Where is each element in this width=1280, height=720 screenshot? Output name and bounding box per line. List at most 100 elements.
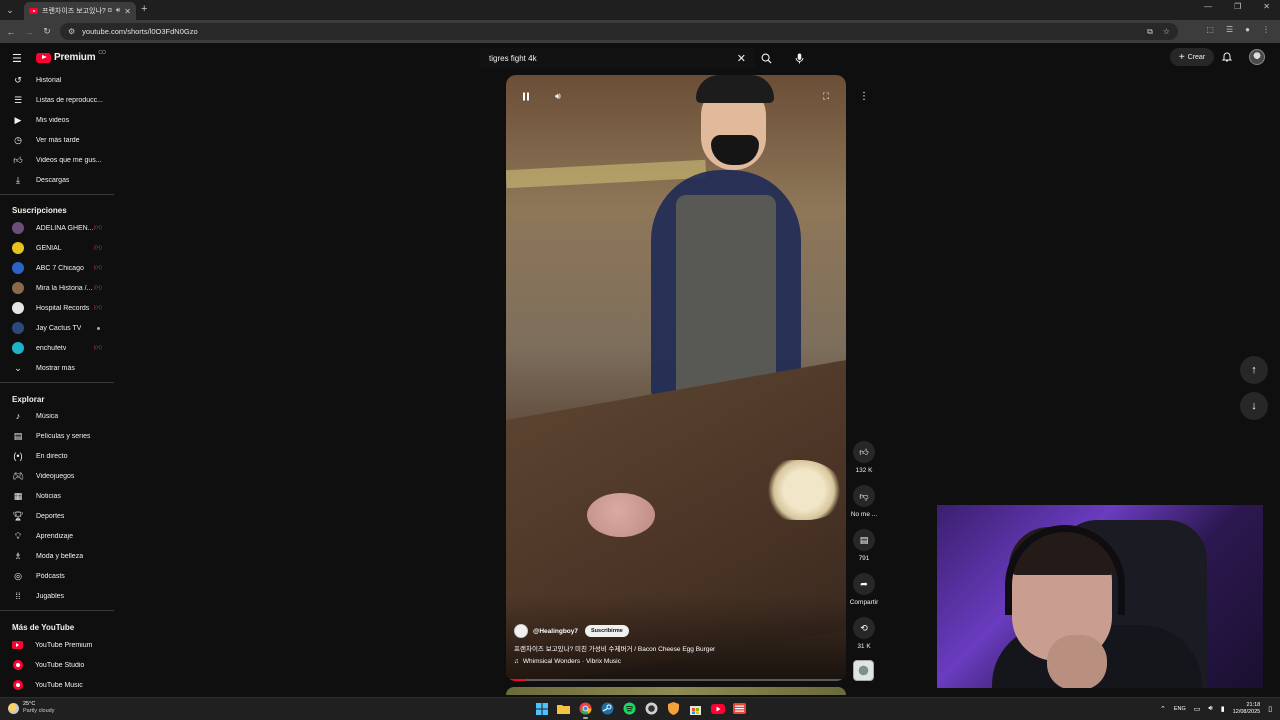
youtube-app-icon[interactable] [710,701,725,716]
sidebar-item-youtube-music[interactable]: YouTube Music [0,675,116,695]
next-short-button[interactable]: ↓ [1240,392,1268,420]
window-close-icon[interactable]: ✕ [1263,2,1270,11]
browser-tab-active[interactable]: 프랜차이즈 보고있나? 미친 🔊︎ ✕ [24,2,136,20]
file-explorer-icon[interactable] [556,701,571,716]
notifications-bell-icon[interactable] [1221,51,1233,65]
store-icon[interactable] [688,701,703,716]
channel-handle[interactable]: @Healingboy7 [533,628,578,635]
sidebar-subscription[interactable]: ADELINA GHEN... ((•)) [0,218,116,238]
short-title[interactable]: 프랜차이즈 보고있나? 미친 가성비 수제버거 / Bacon Cheese E… [514,643,834,653]
volume-button[interactable]: 🔊︎ [547,85,569,107]
chrome-icon[interactable] [578,701,593,719]
like-button[interactable]: 👍︎ 132 K [848,441,880,474]
bitdefender-icon[interactable] [666,701,681,716]
previous-short-button[interactable]: ↑ [1240,356,1268,384]
steam-icon[interactable] [600,701,615,716]
share-button[interactable]: ➦ Compartir [848,573,880,606]
back-icon[interactable]: ← [2,27,20,37]
bookmark-star-icon[interactable]: ☆ [1163,27,1170,37]
extension-icons: ⬚ ☰ ● ⋮ [1206,25,1270,34]
search-button[interactable] [757,48,775,68]
new-tab-icon[interactable]: + [141,3,147,15]
more-options-button[interactable]: ⋮ [855,87,873,105]
battery-icon[interactable]: ▮ [1221,705,1225,713]
sidebar-item-playables[interactable]: ⁞⁞ Jugables [0,586,116,606]
sidebar-item-gaming[interactable]: 🎮︎ Videojuegos [0,466,116,486]
sidebar-item-youtube-premium[interactable]: YouTube Premium [0,635,116,655]
sidebar-item-music[interactable]: ♪ Música [0,406,116,426]
music-row[interactable]: ♫ Whimsical Wonders · Vibrix Music [514,658,834,665]
windows-start-icon[interactable] [534,701,549,716]
sidebar-item-liked-videos[interactable]: 👍︎ Videos que me gus... [0,150,116,170]
recorder-icon[interactable] [732,701,747,716]
youtube-premium-logo[interactable]: Premium CO [36,50,106,63]
guide-menu-icon[interactable]: ☰ [12,52,22,65]
forward-icon[interactable]: → [20,27,38,37]
sidebar-subscription[interactable]: GENIAL ((•)) [0,238,116,258]
notification-center-icon[interactable]: ▯ [1268,705,1272,713]
spotify-icon[interactable] [622,701,637,716]
tab-search-icon[interactable]: ⌄ [0,0,20,20]
sidebar-subscription[interactable]: Jay Cactus TV [0,318,116,338]
sidebar-item-playlists[interactable]: ☰ Listas de reproducc... [0,90,116,110]
shorts-player[interactable]: 🔊︎ ⛶ @Healingboy7 Suscribirme 프랜차이즈 보고있나… [506,75,846,681]
next-short-preview[interactable] [506,687,846,695]
comments-button[interactable]: ▤ 791 [848,529,880,562]
sidebar-item-watch-later[interactable]: ◷ Ver más tarde [0,130,116,150]
sidebar-item-history[interactable]: ↺ Historial [0,70,116,90]
site-info-icon[interactable]: ⚙ [68,27,75,36]
sidebar-item-sports[interactable]: 🏆︎ Deportes [0,506,116,526]
tab-close-icon[interactable]: ✕ [124,7,131,16]
weather-widget[interactable]: 25°C Partly cloudy [8,701,55,715]
address-actions: ⧉ ☆ [1147,27,1170,37]
voice-search-button[interactable] [790,48,808,68]
url-text[interactable]: youtube.com/shorts/l0O3FdN0Gzo [82,27,1140,36]
network-icon[interactable]: ▭ [1194,705,1201,713]
tab-audio-icon[interactable]: 🔊︎ [116,7,120,15]
sidebar-subscription[interactable]: Mira la Historia /... ((•)) [0,278,116,298]
sidebar-item-my-videos[interactable]: ▶︎ Mis videos [0,110,116,130]
reload-icon[interactable]: ↻ [38,26,56,37]
dislike-button[interactable]: 👎︎ No me ... [848,485,880,518]
search-query-text[interactable]: tigres fight 4k [489,54,737,63]
volume-tray-icon[interactable]: 🔊︎ [1208,705,1212,713]
sidebar-subscription[interactable]: ABC 7 Chicago ((•)) [0,258,116,278]
obs-icon[interactable] [644,701,659,716]
remix-button[interactable]: ⟲ 31 K [848,617,880,650]
progress-bar[interactable] [506,679,846,681]
sidebar-item-movies[interactable]: ▤ Películas y series [0,426,116,446]
sidebar-item-youtube-studio[interactable]: YouTube Studio [0,655,116,675]
sidebar-subscription[interactable]: enchufetv ((•)) [0,338,116,358]
profile-icon[interactable]: ● [1245,25,1250,34]
sidebar-item-learning[interactable]: 💡︎ Aprendizaje [0,526,116,546]
sidebar-item-live[interactable]: (•) En directo [0,446,116,466]
clock[interactable]: 21:18 12/08/2025 [1233,702,1261,716]
minimize-icon[interactable]: — [1204,2,1212,11]
sidebar-item-news[interactable]: ▦ Noticias [0,486,116,506]
sidebar-divider [0,382,114,383]
guide-sidebar: ↺ Historial ☰ Listas de reproducc... ▶︎ … [0,70,116,695]
channel-avatar[interactable] [514,624,528,638]
search-input[interactable]: tigres fight 4k ✕ [480,48,755,68]
open-in-app-icon[interactable]: ⧉ [1147,27,1153,37]
input-language[interactable]: ENG [1174,706,1186,712]
extensions-icon[interactable]: ⬚ [1206,25,1214,34]
sidebar-item-downloads[interactable]: ⤓ Descargas [0,170,116,190]
subscribe-button[interactable]: Suscribirme [585,625,629,637]
tray-overflow-icon[interactable]: ⌃ [1160,705,1166,713]
pause-button[interactable] [515,85,537,107]
sidebar-subscription[interactable]: Hospital Records ((•)) [0,298,116,318]
fullscreen-button[interactable]: ⛶ [815,85,837,107]
account-avatar[interactable] [1249,49,1265,65]
create-button[interactable]: + Crear [1170,48,1214,66]
maximize-icon[interactable]: ❐ [1234,2,1241,11]
clear-search-icon[interactable]: ✕ [737,52,746,65]
sidebar-item-fashion[interactable]: ♗ Moda y belleza [0,546,116,566]
sidebar-item-podcasts[interactable]: ◎ Pódcasts [0,566,116,586]
browser-menu-icon[interactable]: ⋮ [1262,25,1270,34]
address-bar[interactable]: ⚙ youtube.com/shorts/l0O3FdN0Gzo ⧉ ☆ [60,23,1178,40]
sidebar-item-label: Ver más tarde [36,136,80,144]
show-more-button[interactable]: ⌄ Mostrar más [0,358,116,378]
sound-thumbnail[interactable] [853,660,874,681]
tab-manager-icon[interactable]: ☰ [1226,25,1233,34]
